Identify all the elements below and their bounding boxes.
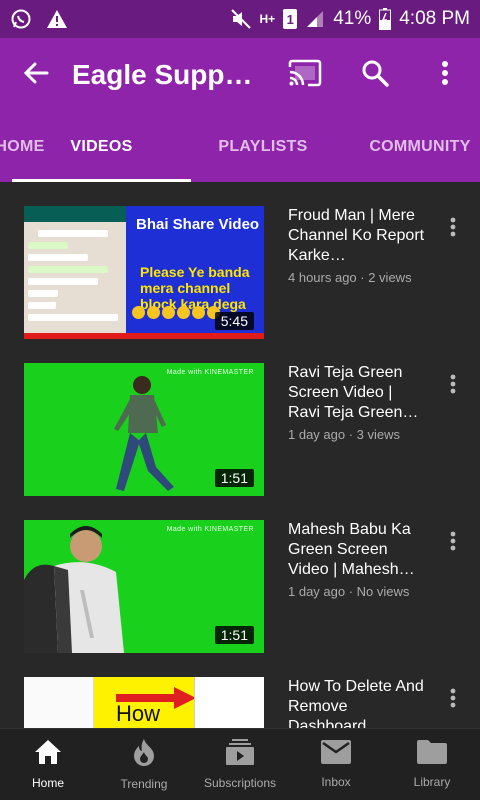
dashboard-screenshot-left xyxy=(24,677,94,728)
thumbnail-caption: Please Ye banda mera channel block kara … xyxy=(140,264,250,312)
video-thumbnail[interactable]: Made with KINEMASTER 1:51 xyxy=(24,520,264,653)
trending-icon xyxy=(132,738,156,771)
cast-icon xyxy=(288,59,322,92)
chat-screenshot-image xyxy=(24,206,126,339)
video-menu-button[interactable] xyxy=(440,216,466,242)
network-type-icon: H+ xyxy=(259,12,276,26)
nav-label: Inbox xyxy=(321,775,351,789)
red-arrow-shape xyxy=(116,687,196,709)
library-icon xyxy=(417,740,447,769)
battery-percent: 41% xyxy=(333,8,372,29)
nav-subscriptions[interactable]: Subscriptions xyxy=(192,729,288,800)
video-item[interactable]: Made with KINEMASTER 1:51 Ravi Teja Gree… xyxy=(0,339,480,496)
video-item[interactable]: How How To Delete And Remove Dashboard xyxy=(0,653,480,728)
more-vert-icon xyxy=(450,531,456,556)
channel-title: Eagle Supp… xyxy=(72,59,253,90)
tab-community[interactable]: COMMUNITY xyxy=(350,112,480,182)
video-thumbnail[interactable]: Made with KINEMASTER 1:51 xyxy=(24,363,264,496)
video-list: Bhai Share Video Please Ye banda mera ch… xyxy=(0,182,480,728)
video-menu-button[interactable] xyxy=(440,530,466,556)
video-item[interactable]: Bhai Share Video Please Ye banda mera ch… xyxy=(0,182,480,339)
video-menu-button[interactable] xyxy=(440,687,466,713)
video-thumbnail[interactable]: Bhai Share Video Please Ye banda mera ch… xyxy=(24,206,264,339)
video-title[interactable]: Mahesh Babu Ka Green Screen Video | Mahe… xyxy=(288,520,428,580)
video-menu-button[interactable] xyxy=(440,373,466,399)
warning-icon xyxy=(46,9,68,29)
video-duration: 1:51 xyxy=(214,469,254,487)
back-button[interactable] xyxy=(0,38,72,112)
nav-trending[interactable]: Trending xyxy=(96,729,192,800)
video-thumbnail[interactable]: How xyxy=(24,677,264,728)
video-title[interactable]: Ravi Teja Green Screen Video | Ravi Teja… xyxy=(288,363,428,423)
kinemaster-watermark: Made with KINEMASTER xyxy=(166,526,254,533)
sim-icon: 1 xyxy=(283,9,298,29)
signal-icon xyxy=(305,9,325,29)
tab-videos[interactable]: VIDEOS xyxy=(12,112,191,182)
video-meta: 1 day ago · No views xyxy=(288,584,410,599)
video-duration: 1:51 xyxy=(214,626,254,644)
cast-button[interactable] xyxy=(270,38,340,112)
app-bar: Eagle Supp… xyxy=(0,38,480,112)
home-icon xyxy=(34,739,62,770)
tab-playlists[interactable]: PLAYLISTS xyxy=(200,112,326,182)
more-vert-icon xyxy=(450,374,456,399)
nav-label: Home xyxy=(31,776,64,790)
nav-label: Subscriptions xyxy=(203,776,277,790)
video-meta: 4 hours ago · 2 views xyxy=(288,270,412,285)
status-bar: H+ 1 41% 4:08 PM xyxy=(0,0,480,38)
overflow-menu-button[interactable] xyxy=(410,38,480,112)
nav-library[interactable]: Library xyxy=(384,729,480,800)
search-button[interactable] xyxy=(340,38,410,112)
thumbnail-heading: Bhai Share Video xyxy=(136,216,260,233)
inbox-icon xyxy=(321,740,351,769)
clock: 4:08 PM xyxy=(399,8,470,29)
man-with-backpack-figure xyxy=(24,526,124,653)
channel-tabs: HOME VIDEOS PLAYLISTS COMMUNITY xyxy=(0,112,480,182)
bottom-navigation: Home Trending Subscriptions Inbox Librar… xyxy=(0,728,480,800)
walking-man-figure xyxy=(114,376,174,491)
nav-inbox[interactable]: Inbox xyxy=(288,729,384,800)
whatsapp-icon xyxy=(10,8,32,30)
nav-home[interactable]: Home xyxy=(0,729,96,800)
search-icon xyxy=(361,59,389,92)
dashboard-screenshot-right xyxy=(194,677,264,728)
video-duration: 5:45 xyxy=(214,312,254,330)
video-title[interactable]: Froud Man | Mere Channel Ko Report Karke… xyxy=(288,206,428,266)
more-vert-icon xyxy=(450,688,456,713)
more-vert-icon xyxy=(441,60,449,91)
more-vert-icon xyxy=(450,217,456,242)
subscriptions-icon xyxy=(226,739,254,770)
nav-label: Trending xyxy=(120,777,168,791)
emoji-row xyxy=(132,306,220,319)
video-meta: 1 day ago · 3 views xyxy=(288,427,401,442)
video-item[interactable]: Made with KINEMASTER 1:51 Mahesh Babu Ka… xyxy=(0,496,480,653)
mute-icon xyxy=(230,8,252,30)
nav-label: Library xyxy=(413,775,451,789)
back-arrow-icon xyxy=(23,61,49,90)
battery-icon xyxy=(379,8,392,30)
video-title[interactable]: How To Delete And Remove Dashboard xyxy=(288,677,428,728)
